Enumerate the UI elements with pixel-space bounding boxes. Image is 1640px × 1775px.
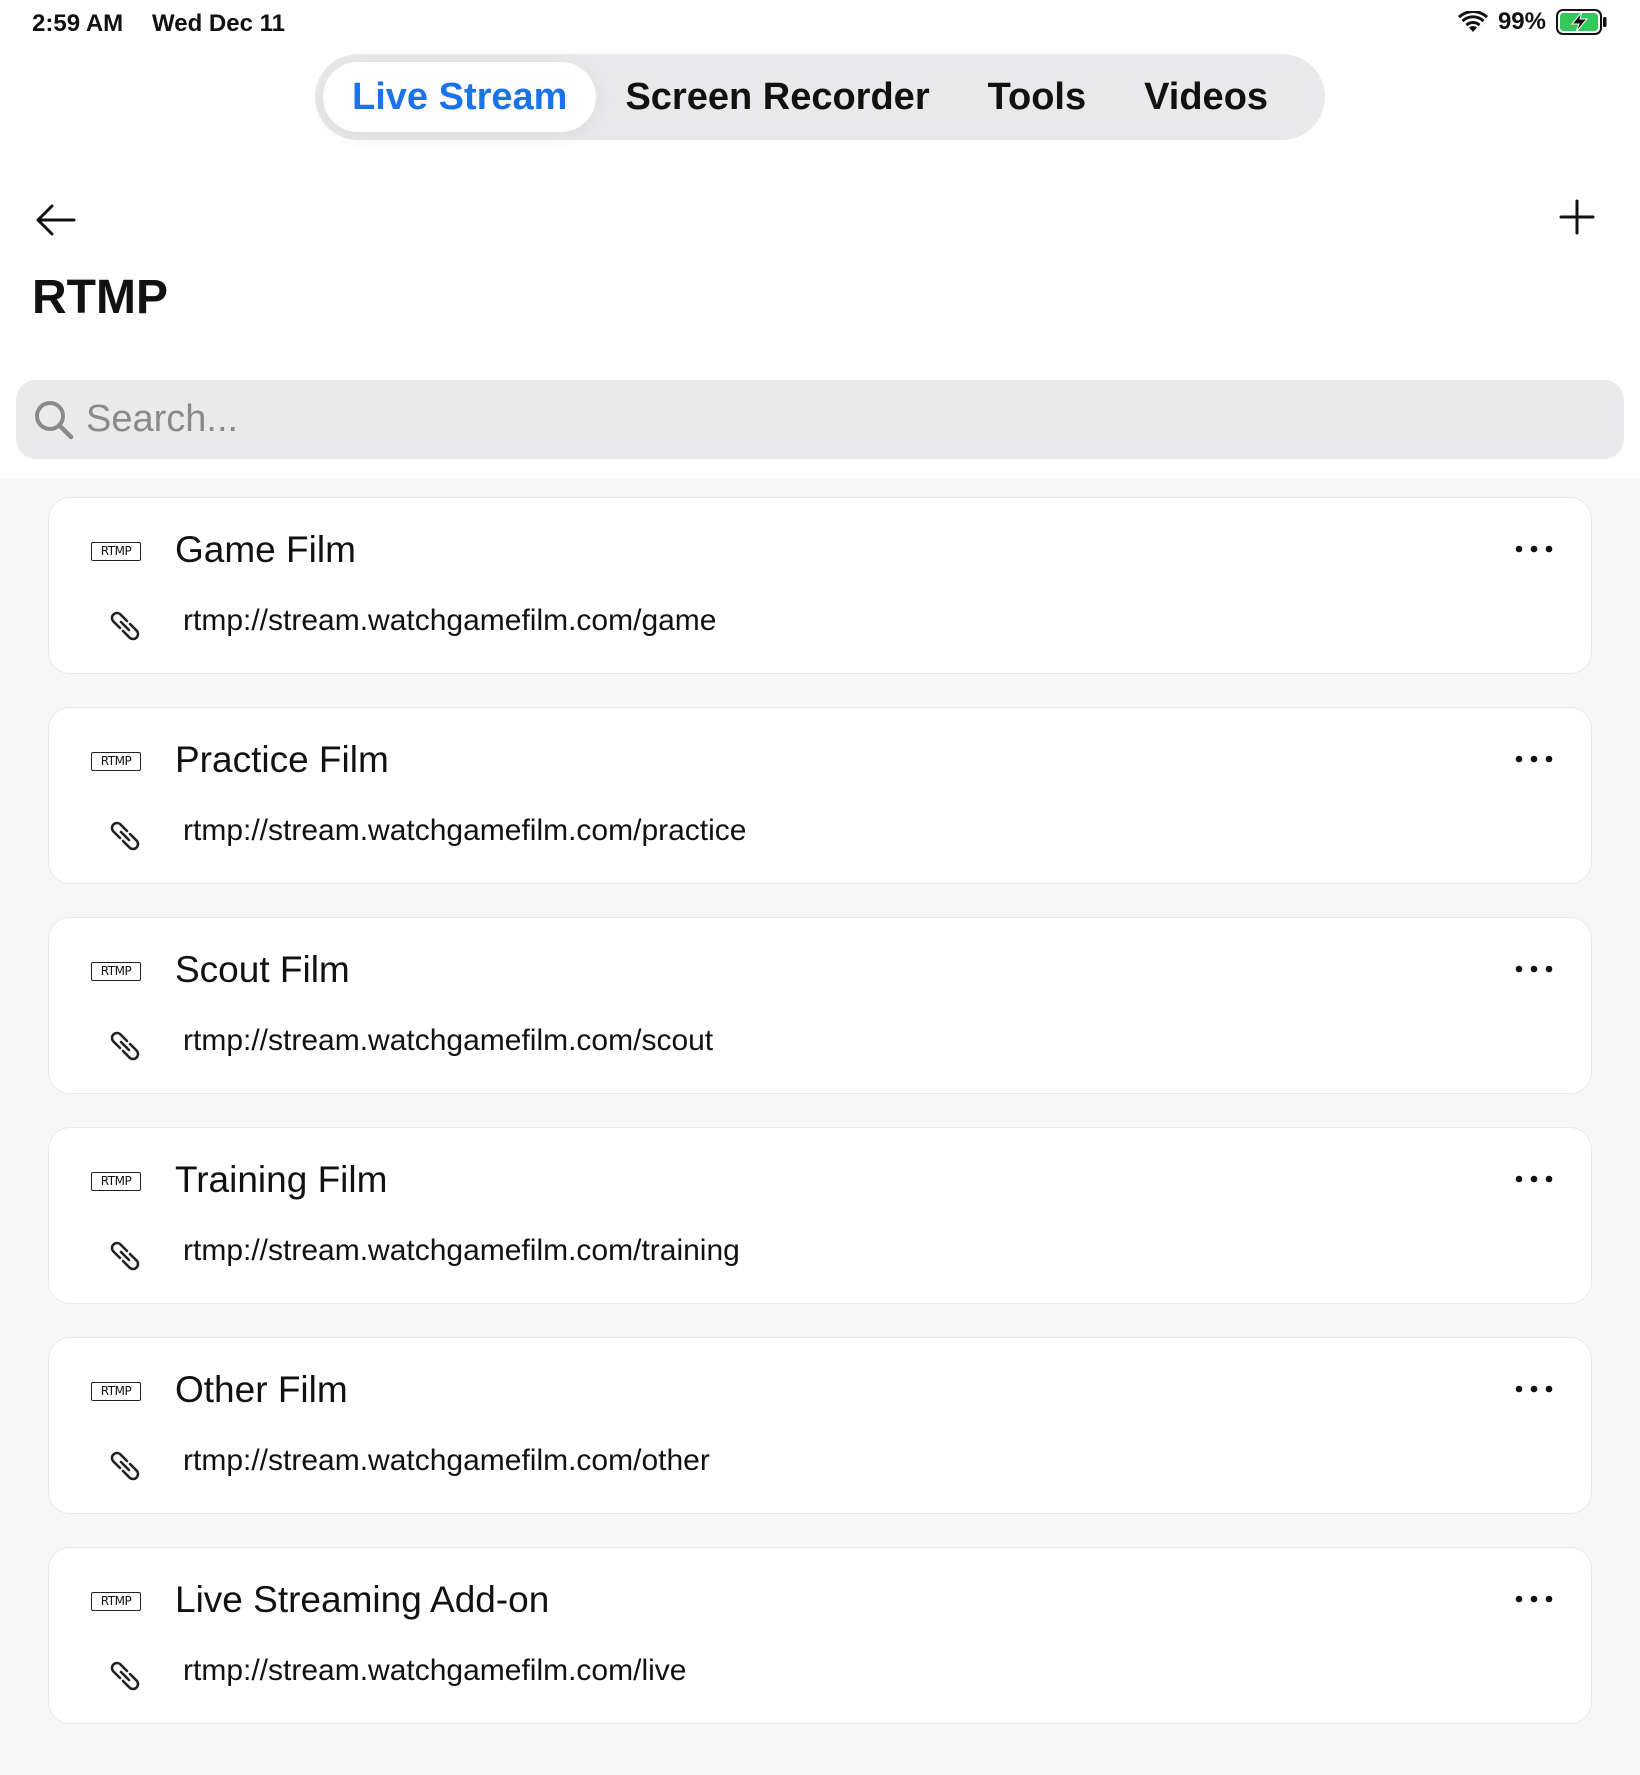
rtmp-badge-icon: RTMP: [91, 1382, 141, 1401]
more-options-button[interactable]: [1509, 744, 1559, 774]
link-icon: [105, 1236, 145, 1281]
back-button[interactable]: [34, 200, 78, 240]
status-bar: 2:59 AM Wed Dec 11 99%: [0, 0, 1640, 48]
top-tab-bar: Live Stream Screen Recorder Tools Videos: [315, 54, 1325, 140]
rtmp-card[interactable]: RTMP Other Film rtmp://stream.watchgamef…: [48, 1337, 1592, 1514]
rtmp-card[interactable]: RTMP Practice Film rtmp://stream.watchga…: [48, 707, 1592, 884]
search-bar[interactable]: [16, 380, 1624, 459]
rtmp-card[interactable]: RTMP Live Streaming Add-on rtmp://stream…: [48, 1547, 1592, 1724]
tab-screen-recorder[interactable]: Screen Recorder: [596, 62, 958, 132]
card-url: rtmp://stream.watchgamefilm.com/live: [183, 1654, 687, 1687]
link-icon: [105, 1446, 145, 1491]
more-options-button[interactable]: [1509, 1374, 1559, 1404]
search-input[interactable]: [86, 398, 1586, 441]
link-icon: [105, 1026, 145, 1071]
more-options-button[interactable]: [1509, 534, 1559, 564]
rtmp-list: RTMP Game Film rtmp://stream.watchgamefi…: [48, 497, 1592, 1757]
ellipsis-icon: [1515, 755, 1553, 763]
more-options-button[interactable]: [1509, 954, 1559, 984]
card-url: rtmp://stream.watchgamefilm.com/other: [183, 1444, 710, 1477]
rtmp-badge-icon: RTMP: [91, 1172, 141, 1191]
ellipsis-icon: [1515, 965, 1553, 973]
link-icon: [105, 1656, 145, 1701]
rtmp-badge-icon: RTMP: [91, 542, 141, 561]
rtmp-badge-icon: RTMP: [91, 962, 141, 981]
ellipsis-icon: [1515, 1595, 1553, 1603]
card-title: Game Film: [175, 529, 356, 570]
battery-percent: 99%: [1497, 8, 1546, 35]
card-url: rtmp://stream.watchgamefilm.com/practice: [183, 814, 747, 847]
card-title: Other Film: [175, 1369, 348, 1410]
rtmp-card[interactable]: RTMP Training Film rtmp://stream.watchga…: [48, 1127, 1592, 1304]
page-title: RTMP: [32, 271, 168, 324]
search-icon: [35, 400, 74, 439]
card-title: Training Film: [175, 1159, 388, 1200]
wifi-icon: [1457, 11, 1488, 33]
ellipsis-icon: [1515, 1385, 1553, 1393]
tab-live-stream[interactable]: Live Stream: [323, 62, 597, 132]
rtmp-card[interactable]: RTMP Scout Film rtmp://stream.watchgamef…: [48, 917, 1592, 1094]
rtmp-badge-icon: RTMP: [91, 1592, 141, 1611]
status-indicators: 99%: [1457, 8, 1608, 36]
card-title: Scout Film: [175, 949, 350, 990]
add-button[interactable]: [1558, 198, 1596, 238]
rtmp-card[interactable]: RTMP Game Film rtmp://stream.watchgamefi…: [48, 497, 1592, 674]
card-title: Practice Film: [175, 739, 389, 780]
more-options-button[interactable]: [1509, 1584, 1559, 1614]
card-title: Live Streaming Add-on: [175, 1579, 550, 1620]
ellipsis-icon: [1515, 1175, 1553, 1183]
status-time: 2:59 AM: [32, 10, 124, 37]
card-url: rtmp://stream.watchgamefilm.com/scout: [183, 1024, 714, 1057]
header-area: 2:59 AM Wed Dec 11 99% Live Stream Scree…: [0, 0, 1640, 478]
card-url: rtmp://stream.watchgamefilm.com/training: [183, 1234, 740, 1267]
tab-videos[interactable]: Videos: [1115, 62, 1297, 132]
rtmp-badge-icon: RTMP: [91, 752, 141, 771]
ellipsis-icon: [1515, 545, 1553, 553]
card-url: rtmp://stream.watchgamefilm.com/game: [183, 604, 717, 637]
tab-tools[interactable]: Tools: [959, 62, 1116, 132]
status-date: Wed Dec 11: [152, 10, 285, 37]
link-icon: [105, 606, 145, 651]
more-options-button[interactable]: [1509, 1164, 1559, 1194]
link-icon: [105, 816, 145, 861]
arrow-left-icon: [36, 204, 76, 236]
plus-icon: [1559, 199, 1595, 235]
battery-charging-icon: [1556, 9, 1608, 35]
